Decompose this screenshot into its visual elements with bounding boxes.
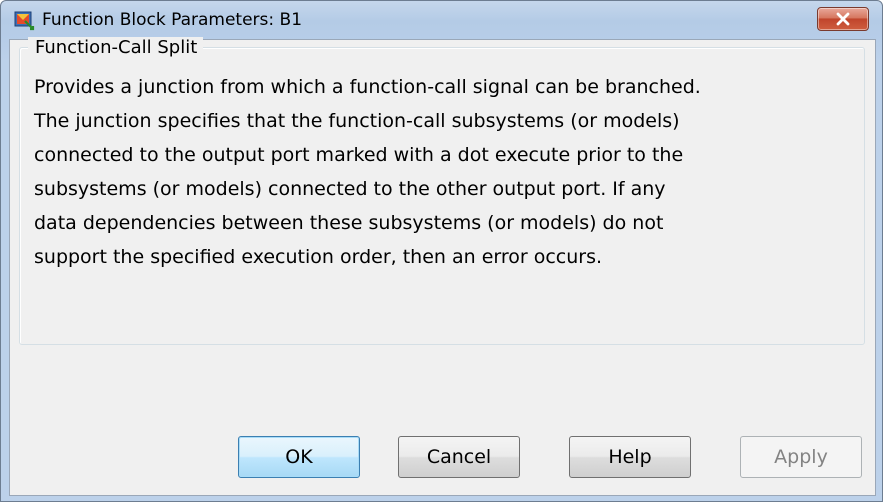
close-icon xyxy=(836,12,850,26)
description-line: connected to the output port marked with… xyxy=(34,144,684,166)
apply-button[interactable]: Apply xyxy=(740,436,862,478)
description-line: support the specified execution order, t… xyxy=(34,246,603,268)
description-line: Provides a junction from which a functio… xyxy=(34,76,701,98)
block-description: Provides a junction from which a functio… xyxy=(34,70,864,274)
window-title: Function Block Parameters: B1 xyxy=(42,10,303,30)
description-line: subsystems (or models) connected to the … xyxy=(34,178,666,200)
group-title: Function-Call Split xyxy=(28,37,204,58)
ok-button[interactable]: OK xyxy=(238,436,360,478)
description-line: The junction specifies that the function… xyxy=(34,110,680,132)
simulink-block-icon xyxy=(14,11,35,31)
dialog-window: Function Block Parameters: B1 Function-C… xyxy=(0,0,883,502)
help-button[interactable]: Help xyxy=(569,436,691,478)
description-line: data dependencies between these subsyste… xyxy=(34,212,664,234)
title-bar[interactable]: Function Block Parameters: B1 xyxy=(1,1,882,39)
cancel-button[interactable]: Cancel xyxy=(398,436,520,478)
close-button[interactable] xyxy=(817,7,869,31)
